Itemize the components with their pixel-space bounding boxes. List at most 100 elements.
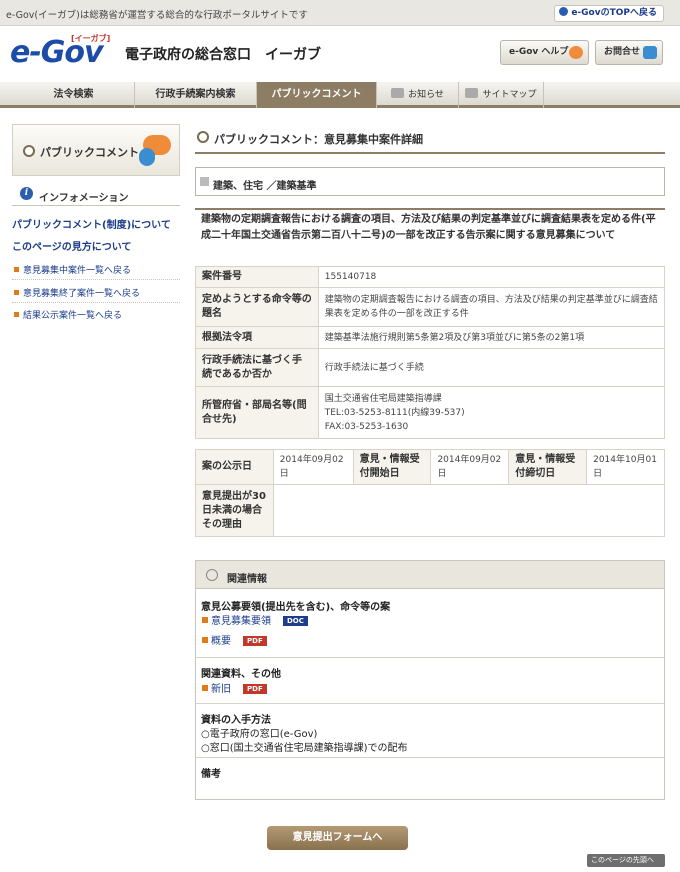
reason-value <box>272 484 666 537</box>
table-row: 行政手続法に基づく手続であるか否か 行政手続法に基づく手続 <box>195 348 666 387</box>
related-info-header: 関連情報 <box>196 561 664 589</box>
sidebar-link-open-list[interactable]: 意見募集中案件一覧へ戻る <box>12 263 180 280</box>
related-section-title: 関連資料、その他 <box>201 669 281 680</box>
acquisition-method: ○電子政府の窓口(e-Gov) <box>201 729 318 740</box>
bullet-circle-icon <box>197 131 209 143</box>
help-icon <box>569 46 583 59</box>
ministry-fax: FAX:03-5253-1630 <box>324 421 409 432</box>
help-button-label: e-Gov ヘルプ <box>509 47 569 57</box>
table-row: 案の公示日 2014年09月02日 意見・情報受付開始日 2014年09月02日… <box>195 449 665 485</box>
submit-opinion-button[interactable]: 意見提出フォームへ <box>267 826 408 850</box>
details-table: 案件番号 155140718 定めようとする命令等の題名 建築物の定期調査報告に… <box>195 266 666 439</box>
sidebar-link-label: 意見募集中案件一覧へ戻る <box>23 266 132 276</box>
table-row: 案件番号 155140718 <box>195 266 666 288</box>
page-top-label: このページの先頭へ <box>591 856 654 864</box>
globe-icon <box>559 7 569 16</box>
related-section-title: 資料の入手方法 <box>201 715 271 726</box>
page-top-link[interactable]: このページの先頭へ <box>587 854 665 867</box>
pen-icon <box>206 569 218 581</box>
contact-button-label: お問合せ <box>604 47 641 57</box>
info-icon: i <box>20 187 33 200</box>
document-icon <box>202 685 208 691</box>
person-icon <box>139 148 155 166</box>
egov-top-link-label: e-GovのTOPへ戻る <box>571 8 657 18</box>
table-row: 意見提出が30日未満の場合その理由 <box>195 484 666 537</box>
site-tagline: e-Gov(イーガブ)は総務省が運営する総合的な行政ポータルサイトです <box>6 10 308 21</box>
sidebar-link-how-to-read[interactable]: このページの見方について <box>12 238 180 253</box>
tab-public-comment[interactable]: パブリックコメント <box>257 82 377 108</box>
table-row: 根拠法令項 建築基準法施行規則第5条第2項及び第3項並びに第5条の2第1項 <box>195 326 666 349</box>
case-subject: 建築物の定期調査報告における調査の項目、方法及び結果の判定基準並びに調査結果表を… <box>195 208 665 246</box>
doc-badge: DOC <box>283 616 308 626</box>
sitemap-icon <box>465 88 479 98</box>
contact-button[interactable]: お問合せ <box>595 40 663 65</box>
related-info-title: 関連情報 <box>227 574 267 585</box>
sidebar-link-label: このページの見方について <box>12 242 132 253</box>
reason-label: 意見提出が30日未満の場合その理由 <box>195 484 274 537</box>
related-link-label: 新旧 <box>211 684 231 695</box>
sidebar-heading-label: パブリックコメント <box>40 146 139 159</box>
case-no-value: 155140718 <box>317 266 666 288</box>
start-date-value: 2014年09月02日 <box>430 449 510 485</box>
ministry-label: 所管府省・部局名等(問合せ先) <box>195 386 319 439</box>
site-title: 電子政府の総合窓口 イーガブ <box>125 47 321 63</box>
ministry-value: 国土交通省住宅局建築指導課 TEL:03-5253-8111(内線39-537)… <box>317 386 666 439</box>
table-row: 定めようとする命令等の題名 建築物の定期調査報告における調査の項目、方法及び結果… <box>195 287 666 327</box>
sidebar-link-label: パブリックコメント(制度)について <box>12 220 171 231</box>
divider <box>196 657 664 658</box>
procedure-label: 行政手続法に基づく手続であるか否か <box>195 348 319 387</box>
related-link-guidelines[interactable]: 意見募集要領 DOC <box>202 612 308 627</box>
pdf-badge: PDF <box>243 684 267 694</box>
arrow-marker-icon <box>14 312 19 317</box>
ministry-tel: TEL:03-5253-8111(内線39-537) <box>324 407 465 418</box>
logo-kana: [イーガブ] <box>71 34 111 43</box>
pdf-badge: PDF <box>243 636 267 646</box>
tab-news[interactable]: お知らせ <box>377 82 459 108</box>
header: e-Gov [イーガブ] 電子政府の総合窓口 イーガブ e-Gov ヘルプ お問… <box>0 27 680 80</box>
top-bar: e-Gov(イーガブ)は総務省が運営する総合的な行政ポータルサイトです e-Go… <box>0 0 680 26</box>
acquisition-method: ○窓口(国土交通省住宅局建築指導課)での配布 <box>201 743 408 754</box>
start-date-label: 意見・情報受付開始日 <box>352 449 432 485</box>
sidebar-link-about-system[interactable]: パブリックコメント(制度)について <box>12 216 180 231</box>
sidebar-link-results-list[interactable]: 結果公示案件一覧へ戻る <box>12 308 180 324</box>
related-link-summary[interactable]: 概要 PDF <box>202 632 267 647</box>
case-no-label: 案件番号 <box>195 266 319 288</box>
page-title-bar: パブリックコメント：意見募集中案件詳細 <box>195 124 665 154</box>
sidebar-link-closed-list[interactable]: 意見募集終了案件一覧へ戻る <box>12 286 180 303</box>
sidebar-heading: パブリックコメント <box>12 124 180 176</box>
document-icon <box>202 617 208 623</box>
bullet-circle-icon <box>23 145 35 157</box>
related-section-title: 意見公募要領(提出先を含む)、命令等の案 <box>201 602 391 613</box>
info-heading: i インフォメーション <box>12 184 180 206</box>
divider <box>196 757 664 758</box>
end-date-label: 意見・情報受付締切日 <box>508 449 588 485</box>
announce-date-label: 案の公示日 <box>195 449 274 485</box>
end-date-value: 2014年10月01日 <box>586 449 665 485</box>
basis-label: 根拠法令項 <box>195 326 319 349</box>
related-link-label: 概要 <box>211 636 231 647</box>
title-label: 定めようとする命令等の題名 <box>195 287 319 327</box>
basis-value: 建築基準法施行規則第5条第2項及び第3項並びに第5条の2第1項 <box>317 326 666 349</box>
category-box: 建築、住宅 ／建築基準 <box>195 167 665 196</box>
sidebar-link-label: 意見募集終了案件一覧へ戻る <box>23 289 141 299</box>
procedure-value: 行政手続法に基づく手続 <box>317 348 666 387</box>
sidebar-link-label: 結果公示案件一覧へ戻る <box>23 311 123 321</box>
square-bullet-icon <box>200 177 209 186</box>
tab-law-search[interactable]: 法令検索 <box>13 82 135 108</box>
ministry-name: 国土交通省住宅局建築指導課 <box>324 393 442 404</box>
title-value: 建築物の定期調査報告における調査の項目、方法及び結果の判定基準並びに調査結果表を… <box>317 287 666 327</box>
related-link-comparison[interactable]: 新旧 PDF <box>202 680 267 695</box>
document-icon <box>202 637 208 643</box>
related-info-panel: 関連情報 意見公募要領(提出先を含む)、命令等の案 意見募集要領 DOC 概要 PD… <box>195 560 665 800</box>
building-icon <box>643 46 657 59</box>
dates-table: 案の公示日 2014年09月02日 意見・情報受付開始日 2014年09月02日… <box>195 449 666 537</box>
help-button[interactable]: e-Gov ヘルプ <box>500 40 589 65</box>
egov-top-link[interactable]: e-GovのTOPへ戻る <box>554 5 664 22</box>
tab-sitemap[interactable]: サイトマップ <box>459 82 544 108</box>
table-row: 所管府省・部局名等(問合せ先) 国土交通省住宅局建築指導課 TEL:03-525… <box>195 386 666 439</box>
related-section-title: 備考 <box>201 769 221 780</box>
tab-procedure-search[interactable]: 行政手続案内検索 <box>135 82 257 108</box>
global-nav: 法令検索 行政手続案内検索 パブリックコメント お知らせ サイトマップ <box>0 82 680 108</box>
announce-date-value: 2014年09月02日 <box>272 449 354 485</box>
page-title: パブリックコメント：意見募集中案件詳細 <box>214 133 423 146</box>
